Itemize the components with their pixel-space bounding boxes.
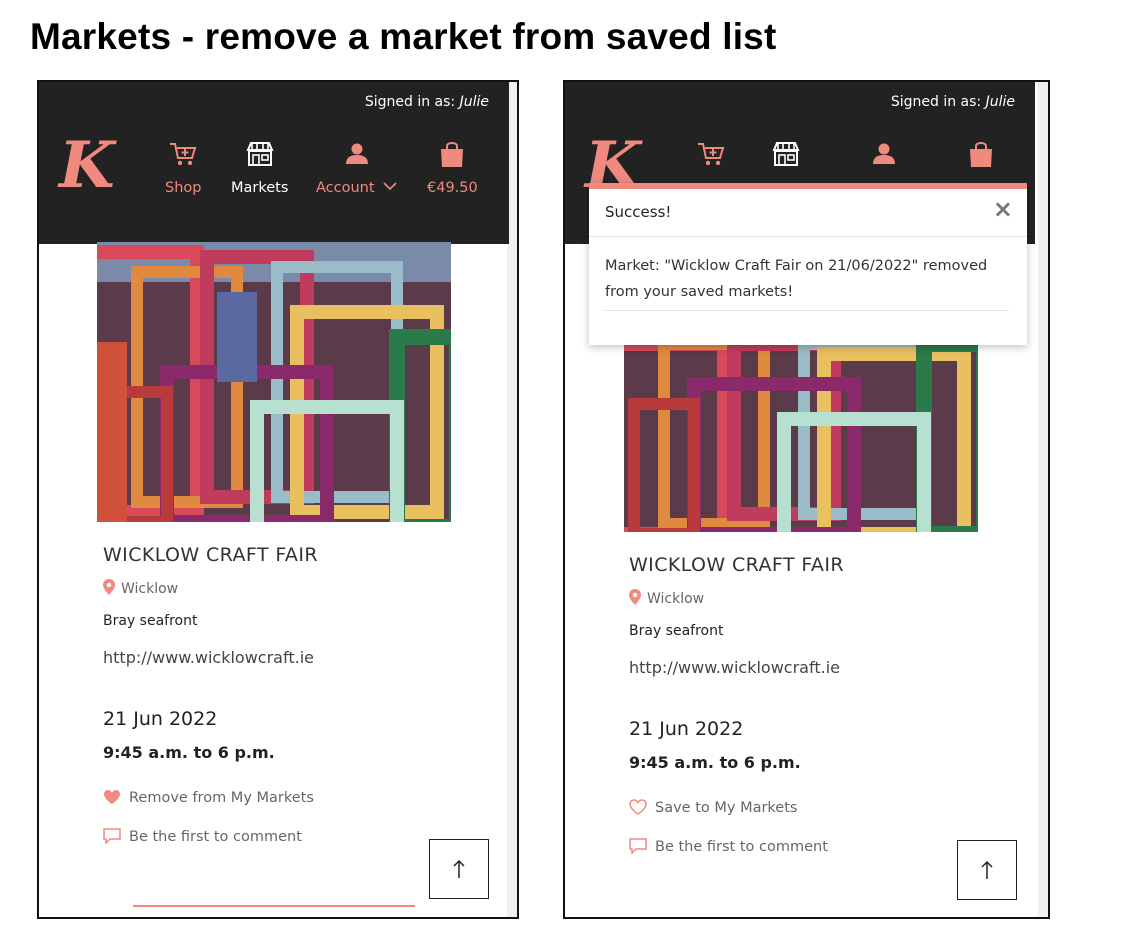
comment-link[interactable]: Be the first to comment	[103, 828, 302, 845]
market-title: WICKLOW CRAFT FAIR	[103, 544, 318, 566]
comment-link[interactable]: Be the first to comment	[629, 838, 828, 855]
storefront-icon	[246, 142, 274, 166]
nav-bag[interactable]: €49.50	[427, 140, 478, 196]
close-icon[interactable]: ×	[993, 195, 1013, 223]
nav-markets[interactable]: Markets	[231, 140, 288, 196]
heart-outline-icon	[629, 799, 647, 815]
bag-total: €49.50	[427, 180, 478, 196]
market-date: 21 Jun 2022	[103, 708, 218, 730]
section-divider	[133, 905, 415, 907]
comment-icon	[629, 838, 647, 855]
nav-markets[interactable]	[771, 140, 801, 168]
user-icon	[873, 143, 895, 164]
remove-from-my-markets-button[interactable]: Remove from My Markets	[103, 789, 314, 806]
cart-plus-icon	[698, 143, 725, 166]
screen-before: Signed in as: Julie K Shop Markets Accou…	[37, 80, 519, 919]
map-pin-icon	[629, 589, 641, 605]
toast-title: Success!	[605, 203, 672, 221]
arrow-up-icon	[453, 859, 465, 878]
back-to-top-button[interactable]	[957, 840, 1017, 900]
market-location: Wicklow	[103, 579, 178, 597]
market-website-link[interactable]: http://www.wicklowcraft.ie	[629, 658, 840, 677]
picture-frames-image	[97, 242, 451, 522]
nav-label-markets: Markets	[231, 180, 289, 196]
nav-account[interactable]	[869, 140, 899, 168]
market-venue: Bray seafront	[629, 623, 724, 639]
nav-label-account: Account	[316, 180, 397, 196]
map-pin-icon	[103, 579, 115, 595]
back-to-top-button[interactable]	[429, 839, 489, 899]
market-location: Wicklow	[629, 589, 704, 607]
market-venue: Bray seafront	[103, 613, 198, 629]
chevron-down-icon	[383, 182, 397, 191]
user-icon	[345, 143, 368, 164]
logo[interactable]: K	[59, 134, 115, 198]
toast-message: Market: "Wicklow Craft Fair on 21/06/202…	[605, 258, 988, 300]
navbar: Signed in as: Julie K Shop Markets Accou…	[39, 82, 509, 244]
shopping-bag-icon	[441, 142, 464, 167]
signed-in-status: Signed in as: Julie	[890, 94, 1015, 110]
market-image	[97, 242, 451, 522]
nav-label-shop: Shop	[165, 180, 202, 196]
market-website-link[interactable]: http://www.wicklowcraft.ie	[103, 648, 314, 667]
nav-shop[interactable]: Shop	[165, 140, 201, 196]
market-time: 9:45 a.m. to 6 p.m.	[103, 743, 275, 762]
signed-in-status: Signed in as: Julie	[364, 94, 489, 110]
nav-account[interactable]: Account	[316, 140, 397, 196]
heart-filled-icon	[104, 790, 120, 804]
page-title: Markets - remove a market from saved lis…	[30, 16, 777, 57]
cart-plus-icon	[170, 143, 197, 166]
picture-frames-image	[624, 344, 978, 532]
arrow-up-icon	[981, 860, 993, 879]
success-toast: Success! × Market: "Wicklow Craft Fair o…	[589, 183, 1027, 345]
market-time: 9:45 a.m. to 6 p.m.	[629, 753, 801, 772]
storefront-icon	[772, 142, 800, 166]
screen-after: Signed in as: Julie K Success! × Market:…	[563, 80, 1050, 919]
username: Julie	[985, 94, 1015, 110]
market-title: WICKLOW CRAFT FAIR	[629, 554, 844, 576]
toast-divider	[605, 310, 1009, 311]
nav-bag[interactable]	[966, 140, 996, 168]
username: Julie	[459, 94, 489, 110]
toast-header: Success! ×	[589, 189, 1027, 237]
comment-icon	[103, 828, 121, 845]
nav-shop[interactable]	[696, 140, 726, 168]
market-image	[624, 344, 978, 532]
market-date: 21 Jun 2022	[629, 718, 744, 740]
shopping-bag-icon	[970, 142, 992, 167]
scrollbar[interactable]	[1038, 82, 1048, 917]
save-to-my-markets-button[interactable]: Save to My Markets	[629, 799, 797, 816]
